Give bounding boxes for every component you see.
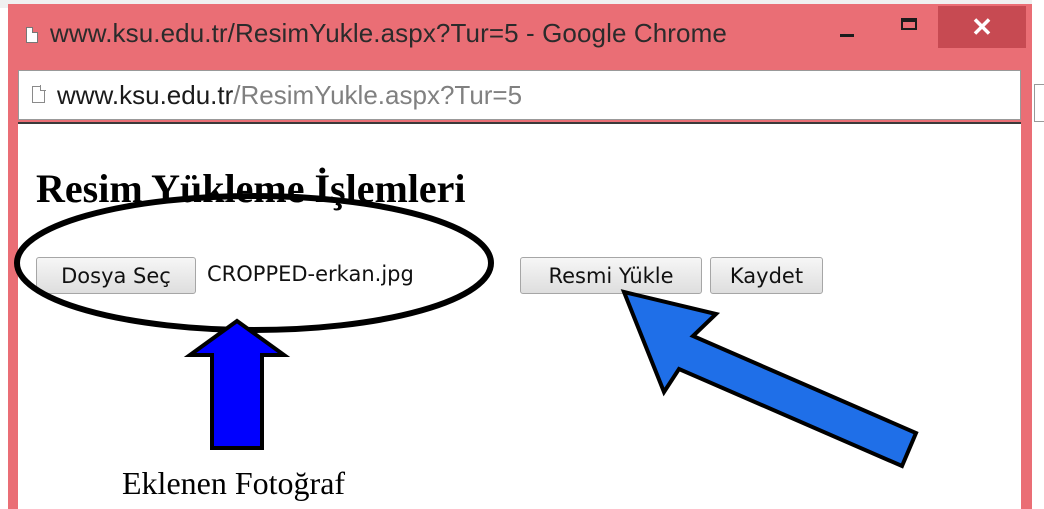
annotation-overlay	[14, 193, 919, 469]
highlight-ellipse	[14, 193, 494, 333]
annotation-caption: Eklenen Fotoğraf	[122, 465, 346, 501]
up-arrow-icon	[183, 318, 291, 450]
diagonal-arrow-icon	[620, 289, 919, 469]
